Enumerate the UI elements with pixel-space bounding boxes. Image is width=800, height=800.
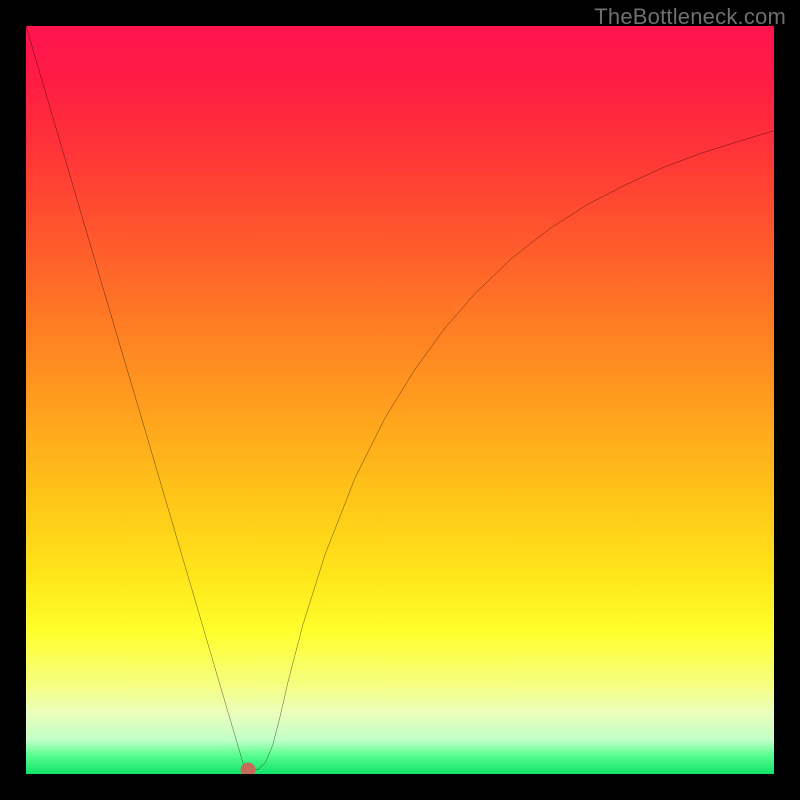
chart-frame: TheBottleneck.com [0,0,800,800]
bottleneck-curve [26,26,774,774]
minimum-marker-icon [241,762,256,774]
plot-area [26,26,774,774]
